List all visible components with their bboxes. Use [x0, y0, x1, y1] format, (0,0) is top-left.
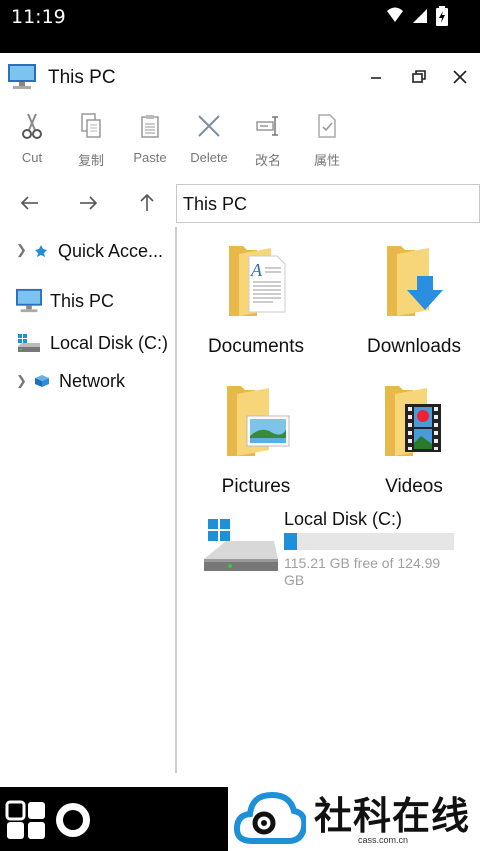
- computer-icon: [8, 64, 36, 89]
- folder-label-videos: Videos: [385, 476, 443, 497]
- copy-label: 复制: [77, 153, 104, 168]
- folder-documents[interactable]: A Documents: [176, 238, 336, 358]
- status-time: 11:19: [11, 6, 66, 28]
- pictures-folder-icon: [227, 386, 290, 456]
- pin-star-icon: [35, 245, 47, 257]
- folder-videos[interactable]: Videos: [334, 378, 480, 498]
- wifi-icon: [413, 9, 427, 23]
- drive-icon: [18, 334, 40, 352]
- watermark-sub: cass.com.cn: [358, 835, 409, 845]
- properties-icon: [318, 114, 336, 138]
- navigation-bar: This PC: [0, 184, 480, 224]
- sidebar-item-quick-access[interactable]: Quick Acce...: [34, 236, 163, 266]
- cut-label: Cut: [21, 150, 43, 165]
- folder-label-downloads: Downloads: [367, 336, 461, 357]
- folder-pictures[interactable]: Pictures: [176, 378, 336, 498]
- videos-folder-icon: [385, 386, 441, 456]
- drive-local-disk[interactable]: Local Disk (C:) 115.21 GB free of 124.99…: [200, 505, 470, 595]
- watermark: 社科在线 cass.com.cn: [228, 785, 480, 851]
- signal-icon: [387, 7, 403, 22]
- network-icon: [35, 375, 49, 387]
- windows-drive-icon: [204, 519, 278, 571]
- rename-icon: [256, 116, 278, 136]
- chevron-right-icon[interactable]: ❯: [16, 373, 27, 389]
- delete-label: Delete: [190, 150, 228, 165]
- paste-label: Paste: [133, 150, 167, 165]
- computer-icon: [16, 288, 42, 313]
- sidebar-label-this-pc: This PC: [50, 290, 115, 311]
- documents-folder-icon: A: [229, 246, 286, 316]
- window-title: This PC: [48, 67, 116, 88]
- start-menu-icon[interactable]: [5, 800, 47, 840]
- copy-icon: [81, 113, 101, 138]
- cut-button[interactable]: Cut: [2, 106, 62, 165]
- folder-label-pictures: Pictures: [221, 476, 291, 497]
- sidebar-label-network: Network: [59, 370, 126, 391]
- sidebar-item-this-pc[interactable]: This PC: [15, 286, 114, 316]
- sidebar-item-local-disk[interactable]: Local Disk (C:): [17, 328, 168, 358]
- close-button[interactable]: [449, 66, 471, 88]
- toolbar: Cut 复制 Paste Delete 改名 属性: [0, 106, 480, 174]
- battery-charging-icon: [436, 6, 448, 26]
- folder-label-documents: Documents: [207, 336, 305, 357]
- back-arrow-icon[interactable]: [17, 190, 43, 216]
- rename-button[interactable]: 改名: [238, 106, 298, 169]
- forward-arrow-icon[interactable]: [75, 190, 101, 216]
- properties-button[interactable]: 属性: [297, 106, 357, 169]
- minimize-button[interactable]: [365, 66, 387, 88]
- cloud-logo-icon: [234, 791, 306, 844]
- paste-icon: [141, 115, 159, 138]
- delete-button[interactable]: Delete: [179, 106, 239, 165]
- folder-downloads[interactable]: Downloads: [334, 238, 480, 358]
- sidebar-item-network[interactable]: Network: [34, 366, 125, 396]
- watermark-text: 社科在线: [314, 794, 471, 838]
- home-circle-icon[interactable]: [53, 800, 93, 840]
- drive-usage-bar: [284, 533, 454, 550]
- up-arrow-icon[interactable]: [134, 190, 160, 216]
- svg-text:A: A: [250, 260, 263, 280]
- rename-label: 改名: [254, 153, 281, 168]
- delete-x-icon: [198, 115, 220, 137]
- chevron-right-icon[interactable]: ❯: [16, 242, 27, 258]
- sidebar-label-local-disk: Local Disk (C:): [50, 332, 169, 353]
- restore-button[interactable]: [408, 66, 430, 88]
- drive-usage-fill: [284, 533, 298, 550]
- paste-button[interactable]: Paste: [120, 106, 180, 165]
- sidebar-label-quick-access: Quick Acce...: [58, 240, 164, 261]
- downloads-folder-icon: [387, 246, 443, 316]
- scissors-icon: [22, 113, 42, 139]
- properties-label: 属性: [313, 153, 340, 168]
- address-bar[interactable]: This PC: [176, 184, 480, 223]
- title-bar: This PC: [0, 53, 480, 101]
- drive-label: Local Disk (C:): [284, 509, 403, 529]
- drive-free-space: 115.21 GB free of 124.99 GB: [284, 555, 441, 588]
- status-bar: 11:19: [0, 0, 480, 53]
- copy-button[interactable]: 复制: [61, 106, 121, 169]
